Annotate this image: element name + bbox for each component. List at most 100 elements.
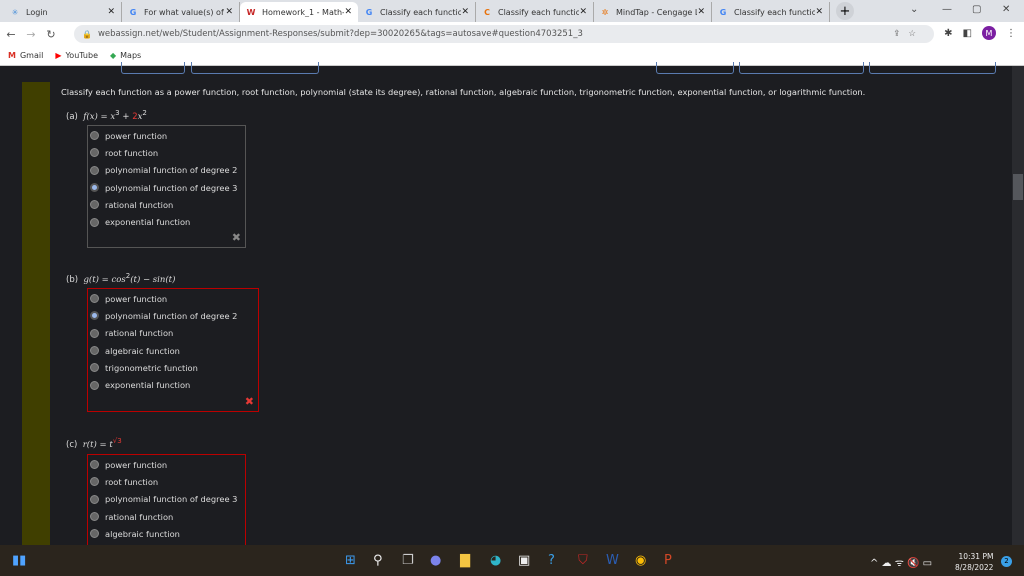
radio-option[interactable]: rational function [88,508,245,525]
radio-option[interactable]: exponential function [88,213,245,230]
word-icon[interactable]: W [606,553,619,568]
system-tray-icons[interactable]: ^ ☁ ᯤ 🔇 ▭ [870,555,932,569]
lock-icon: 🔒 [82,29,92,39]
radio-option[interactable]: power function [88,456,245,473]
file-explorer-icon[interactable]: ▇ [460,553,470,568]
bookmark-youtube[interactable]: ▶ YouTube [55,51,98,60]
help-icon[interactable]: ? [548,553,555,568]
sidepanel-icon[interactable]: ◧ [963,28,972,39]
tab[interactable]: W Homework_1 - Math- ✕ [240,2,358,22]
radio-button[interactable] [90,477,99,487]
notification-badge[interactable]: 2 [1001,556,1012,567]
radio-button[interactable] [90,380,99,390]
bookmark-maps[interactable]: ◆ Maps [110,51,141,60]
radio-button[interactable] [90,131,99,141]
radio-option[interactable]: root function [88,144,245,161]
radio-option[interactable]: polynomial function of degree 3 [88,179,245,196]
radio-option[interactable]: rational function [88,325,258,342]
maximize-button[interactable]: ▢ [972,4,981,15]
tab[interactable]: G Classify each function ✕ [712,2,830,22]
task-view-icon[interactable]: ❐ [402,553,414,568]
radio-button[interactable] [90,200,99,210]
close-tab-icon[interactable]: ✕ [815,7,823,17]
store-icon[interactable]: ▣ [518,553,530,568]
radio-button[interactable] [90,512,99,522]
close-tab-icon[interactable]: ✕ [461,7,469,17]
close-tab-icon[interactable]: ✕ [579,7,587,17]
radio-option[interactable]: algebraic function [88,525,245,542]
chrome-icon[interactable]: ◉ [635,553,646,568]
radio-option[interactable]: polynomial function of degree 2 [88,162,245,179]
radio-option[interactable]: exponential function [88,376,258,393]
top-button[interactable] [656,62,734,74]
part-a-label: (a) f(x) = x3 + 2x2 [66,108,147,122]
radio-option[interactable]: polynomial function of degree 2 [88,307,258,324]
top-button[interactable] [739,62,864,74]
menu-icon[interactable]: ⋮ [1006,28,1016,39]
close-window-button[interactable]: ✕ [1002,4,1010,15]
close-tab-icon[interactable]: ✕ [344,7,352,17]
start-icon[interactable]: ⊞ [345,553,356,568]
page-content: Classify each function as a power functi… [0,62,1012,554]
radio-option[interactable]: power function [88,127,245,144]
radio-button[interactable] [90,328,99,338]
radio-button[interactable] [90,217,99,227]
radio-option[interactable]: rational function [88,196,245,213]
bookmark-gmail[interactable]: M Gmail [8,51,43,60]
widgets-icon[interactable]: ▮▮ [12,553,26,568]
radio-button[interactable] [90,460,99,470]
part-c-label: (c) r(t) = t√3 [66,436,122,450]
powerpoint-icon[interactable]: P [664,553,672,568]
close-tab-icon[interactable]: ✕ [697,7,705,17]
tab[interactable]: ✲ MindTap - Cengage L ✕ [594,2,712,22]
radio-button[interactable] [90,148,99,158]
scrollbar[interactable] [1012,66,1024,545]
url-input[interactable]: 🔒 webassign.net/web/Student/Assignment-R… [74,25,934,43]
close-tab-icon[interactable]: ✕ [225,7,233,17]
login-icon: ✳ [11,7,19,17]
radio-button[interactable] [90,183,99,193]
scrollbar-thumb[interactable] [1013,174,1023,200]
part-a-options: power function root function polynomial fu… [87,125,246,248]
radio-option[interactable]: polynomial function of degree 3 [88,491,245,508]
radio-option[interactable]: root function [88,473,245,490]
radio-button[interactable] [90,529,99,539]
radio-option[interactable]: algebraic function [88,342,258,359]
forward-icon[interactable]: → [22,28,40,41]
google-icon: G [719,7,727,17]
incorrect-icon: ✖ [231,231,241,244]
top-button[interactable] [121,62,185,74]
avatar[interactable]: M [982,26,996,40]
tab[interactable]: G Classify each function ✕ [358,2,476,22]
tab[interactable]: ✳ Login ✕ [4,2,122,22]
chegg-icon: C [484,7,490,17]
radio-option[interactable]: trigonometric function [88,359,258,376]
top-button[interactable] [869,62,996,74]
radio-button[interactable] [90,294,99,304]
radio-button[interactable] [90,311,99,321]
radio-option[interactable]: power function [88,290,258,307]
tab-search-icon[interactable]: ⌄ [910,4,918,15]
part-c-options: power function root function polynomial fu… [87,454,246,554]
radio-button[interactable] [90,494,99,504]
question-stripe [22,82,50,545]
close-tab-icon[interactable]: ✕ [107,7,115,17]
teams-icon[interactable]: ● [430,553,441,568]
tab[interactable]: C Classify each function ✕ [476,2,594,22]
mcafee-icon[interactable]: ⛉ [578,553,588,568]
new-tab-button[interactable]: + [836,2,854,20]
share-star-icons[interactable]: ⇪☆ [893,29,924,39]
minimize-button[interactable]: — [942,4,952,15]
radio-button[interactable] [90,165,99,175]
clock[interactable]: 10:31 PM 8/28/2022 [955,551,993,573]
edge-icon[interactable]: ◕ [490,553,501,568]
tab[interactable]: G For what value(s) of x ✕ [122,2,240,22]
taskbar: ▮▮ ⊞ ⚲ ❐ ● ▇ ◕ ▣ ? ⛉ W ◉ P ^ ☁ ᯤ 🔇 ▭ 10:… [0,545,1024,576]
top-button[interactable] [191,62,319,74]
radio-button[interactable] [90,363,99,373]
extensions-icon[interactable]: ✱ [944,28,952,39]
back-icon[interactable]: ← [2,28,20,41]
search-icon[interactable]: ⚲ [373,553,383,568]
radio-button[interactable] [90,346,99,356]
reload-icon[interactable]: ↻ [42,28,60,41]
